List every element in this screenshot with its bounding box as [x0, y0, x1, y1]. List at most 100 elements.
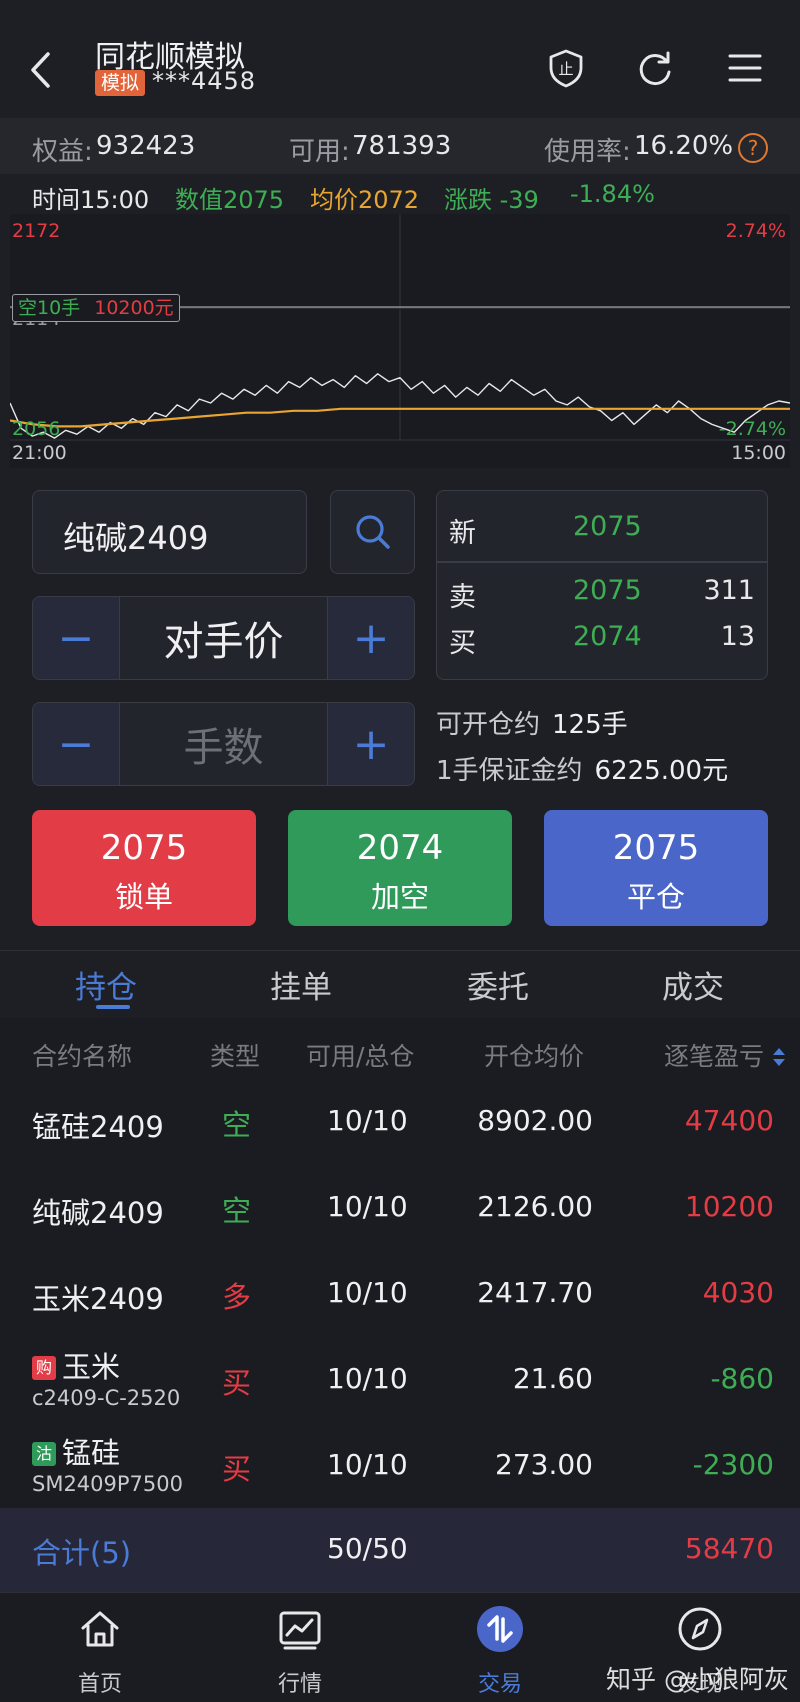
margin-value: 6225.00元 [594, 756, 729, 786]
quote-change-pct: -1.84% [570, 180, 655, 208]
search-button[interactable] [330, 490, 415, 574]
row-1-contract[interactable]: 锰硅2409 [32, 1104, 164, 1146]
order-book-box: 新 2075 卖 2075 311 买 2074 13 [436, 490, 768, 680]
quantity-stepper: − 手数 + [32, 702, 415, 786]
total-label[interactable]: 合计(5) [32, 1530, 131, 1572]
bid-price: 2074 [573, 621, 642, 652]
row-4-underlying: 玉米 [62, 1350, 121, 1384]
row-5-underlying: 锰硅 [62, 1436, 121, 1470]
nav-market[interactable]: 行情 [240, 1604, 360, 1698]
call-option-badge: 购 [32, 1356, 56, 1380]
row-2-contract[interactable]: 纯碱2409 [32, 1190, 164, 1232]
watermark-text: 知乎 @小狼阿灰 [606, 1665, 789, 1694]
price-minus-button[interactable]: − [33, 597, 119, 679]
row-4-option-code: c2409-C-2520 [32, 1386, 181, 1410]
row-3-type: 多 [222, 1280, 252, 1314]
header-open-avg-price: 开仓均价 [484, 1042, 585, 1071]
row-4-avg-price: 21.60 [512, 1362, 593, 1395]
row-4-pnl: -860 [710, 1362, 774, 1395]
header-pnl-label: 逐笔盈亏 [664, 1042, 765, 1071]
stop-loss-shield-icon[interactable]: 止 [546, 48, 586, 88]
tab-positions[interactable]: 持仓 [75, 962, 137, 1007]
chart-y-top-label: 2172 [12, 220, 61, 242]
account-number: ***4458 [152, 67, 257, 95]
margin-label: 1手保证金约 [436, 756, 583, 786]
equity-value: 932423 [96, 131, 196, 161]
ask-volume: 311 [703, 575, 755, 606]
last-label: 新 [449, 518, 476, 549]
row-2-pnl: 10200 [684, 1190, 774, 1223]
market-chart-icon [279, 1611, 321, 1650]
home-icon [81, 1611, 119, 1647]
add-short-price: 2074 [356, 828, 444, 868]
lock-order-button[interactable]: 2075 锁单 [32, 810, 256, 926]
chart-x-start-label: 21:00 [12, 442, 67, 464]
quantity-minus-button[interactable]: − [33, 703, 119, 785]
tab-orders[interactable]: 委托 [467, 962, 529, 1007]
order-book-divider [437, 561, 767, 563]
row-5-option-code: SM2409P7500 [32, 1472, 183, 1496]
chart-y-bottom-label: 2056 [12, 418, 61, 440]
total-position: 50/50 [327, 1532, 408, 1565]
price-type-label[interactable]: 对手价 [119, 597, 328, 679]
row-2-type: 空 [222, 1194, 252, 1228]
add-short-label: 加空 [370, 880, 429, 914]
equity-label: 权益: [32, 137, 93, 167]
row-2-position: 10/10 [327, 1190, 408, 1223]
total-pnl: 58470 [684, 1532, 774, 1565]
margin-info: 1手保证金约 6225.00元 [436, 750, 728, 787]
simulation-badge: 模拟 [95, 70, 146, 96]
lock-order-label: 锁单 [114, 880, 173, 914]
row-1-pnl: 47400 [684, 1104, 774, 1137]
row-1-type: 空 [222, 1108, 252, 1142]
row-3-position: 10/10 [327, 1276, 408, 1309]
quantity-input[interactable]: 手数 [119, 703, 328, 785]
row-5-pnl: -2300 [692, 1448, 774, 1481]
close-position-label: 平仓 [626, 880, 685, 914]
available-value: 781393 [352, 131, 452, 161]
bid-volume: 13 [720, 621, 755, 652]
position-tag-side: 空10手 [18, 297, 81, 319]
compass-icon [678, 1607, 722, 1651]
help-icon[interactable]: ? [738, 133, 768, 163]
back-arrow-icon[interactable] [28, 50, 54, 90]
row-5-position: 10/10 [327, 1448, 408, 1481]
header-pnl[interactable]: 逐笔盈亏 [664, 1037, 786, 1073]
price-plus-button[interactable]: + [328, 597, 414, 679]
refresh-icon[interactable] [635, 48, 675, 88]
open-capacity-label: 可开仓约 [436, 710, 541, 740]
close-position-price: 2075 [612, 828, 700, 868]
trade-icon [477, 1606, 523, 1652]
svg-text:止: 止 [558, 60, 573, 78]
menu-icon[interactable] [725, 48, 765, 88]
close-position-button[interactable]: 2075 平仓 [544, 810, 768, 926]
row-3-avg-price: 2417.70 [477, 1276, 593, 1309]
tab-pending[interactable]: 挂单 [270, 962, 332, 1007]
contract-input[interactable]: 纯碱2409 [32, 490, 307, 574]
sort-icon [772, 1048, 785, 1066]
header-type: 类型 [210, 1042, 261, 1071]
quote-time: 时间15:00 [32, 186, 150, 214]
row-3-contract[interactable]: 玉米2409 [32, 1276, 164, 1318]
intraday-chart[interactable]: 2172 2114 2056 2.74% -2.74% 21:00 15:00 … [9, 214, 791, 468]
nav-market-label: 行情 [277, 1672, 322, 1697]
last-price: 2075 [573, 511, 642, 542]
intraday-chart-svg [9, 214, 791, 441]
add-short-button[interactable]: 2074 加空 [288, 810, 512, 926]
chart-x-end-label: 15:00 [731, 442, 786, 464]
row-2-avg-price: 2126.00 [477, 1190, 593, 1223]
usage-value: 16.20% [634, 131, 734, 161]
row-5-type: 买 [222, 1452, 252, 1486]
position-tag-value: 10200元 [94, 297, 174, 319]
ask-price: 2075 [573, 575, 642, 606]
row-3-pnl: 4030 [702, 1276, 774, 1309]
tab-trades[interactable]: 成交 [662, 962, 724, 1007]
row-4-contract[interactable]: 购玉米 c2409-C-2520 [32, 1344, 180, 1410]
quantity-plus-button[interactable]: + [328, 703, 414, 785]
nav-trade[interactable]: 交易 [440, 1604, 560, 1698]
nav-home[interactable]: 首页 [40, 1604, 160, 1698]
quote-change: 涨跌 -39 [444, 186, 539, 214]
row-1-avg-price: 8902.00 [477, 1104, 593, 1137]
active-tab-indicator [96, 1005, 130, 1009]
row-5-contract[interactable]: 沽锰硅 SM2409P7500 [32, 1430, 183, 1496]
